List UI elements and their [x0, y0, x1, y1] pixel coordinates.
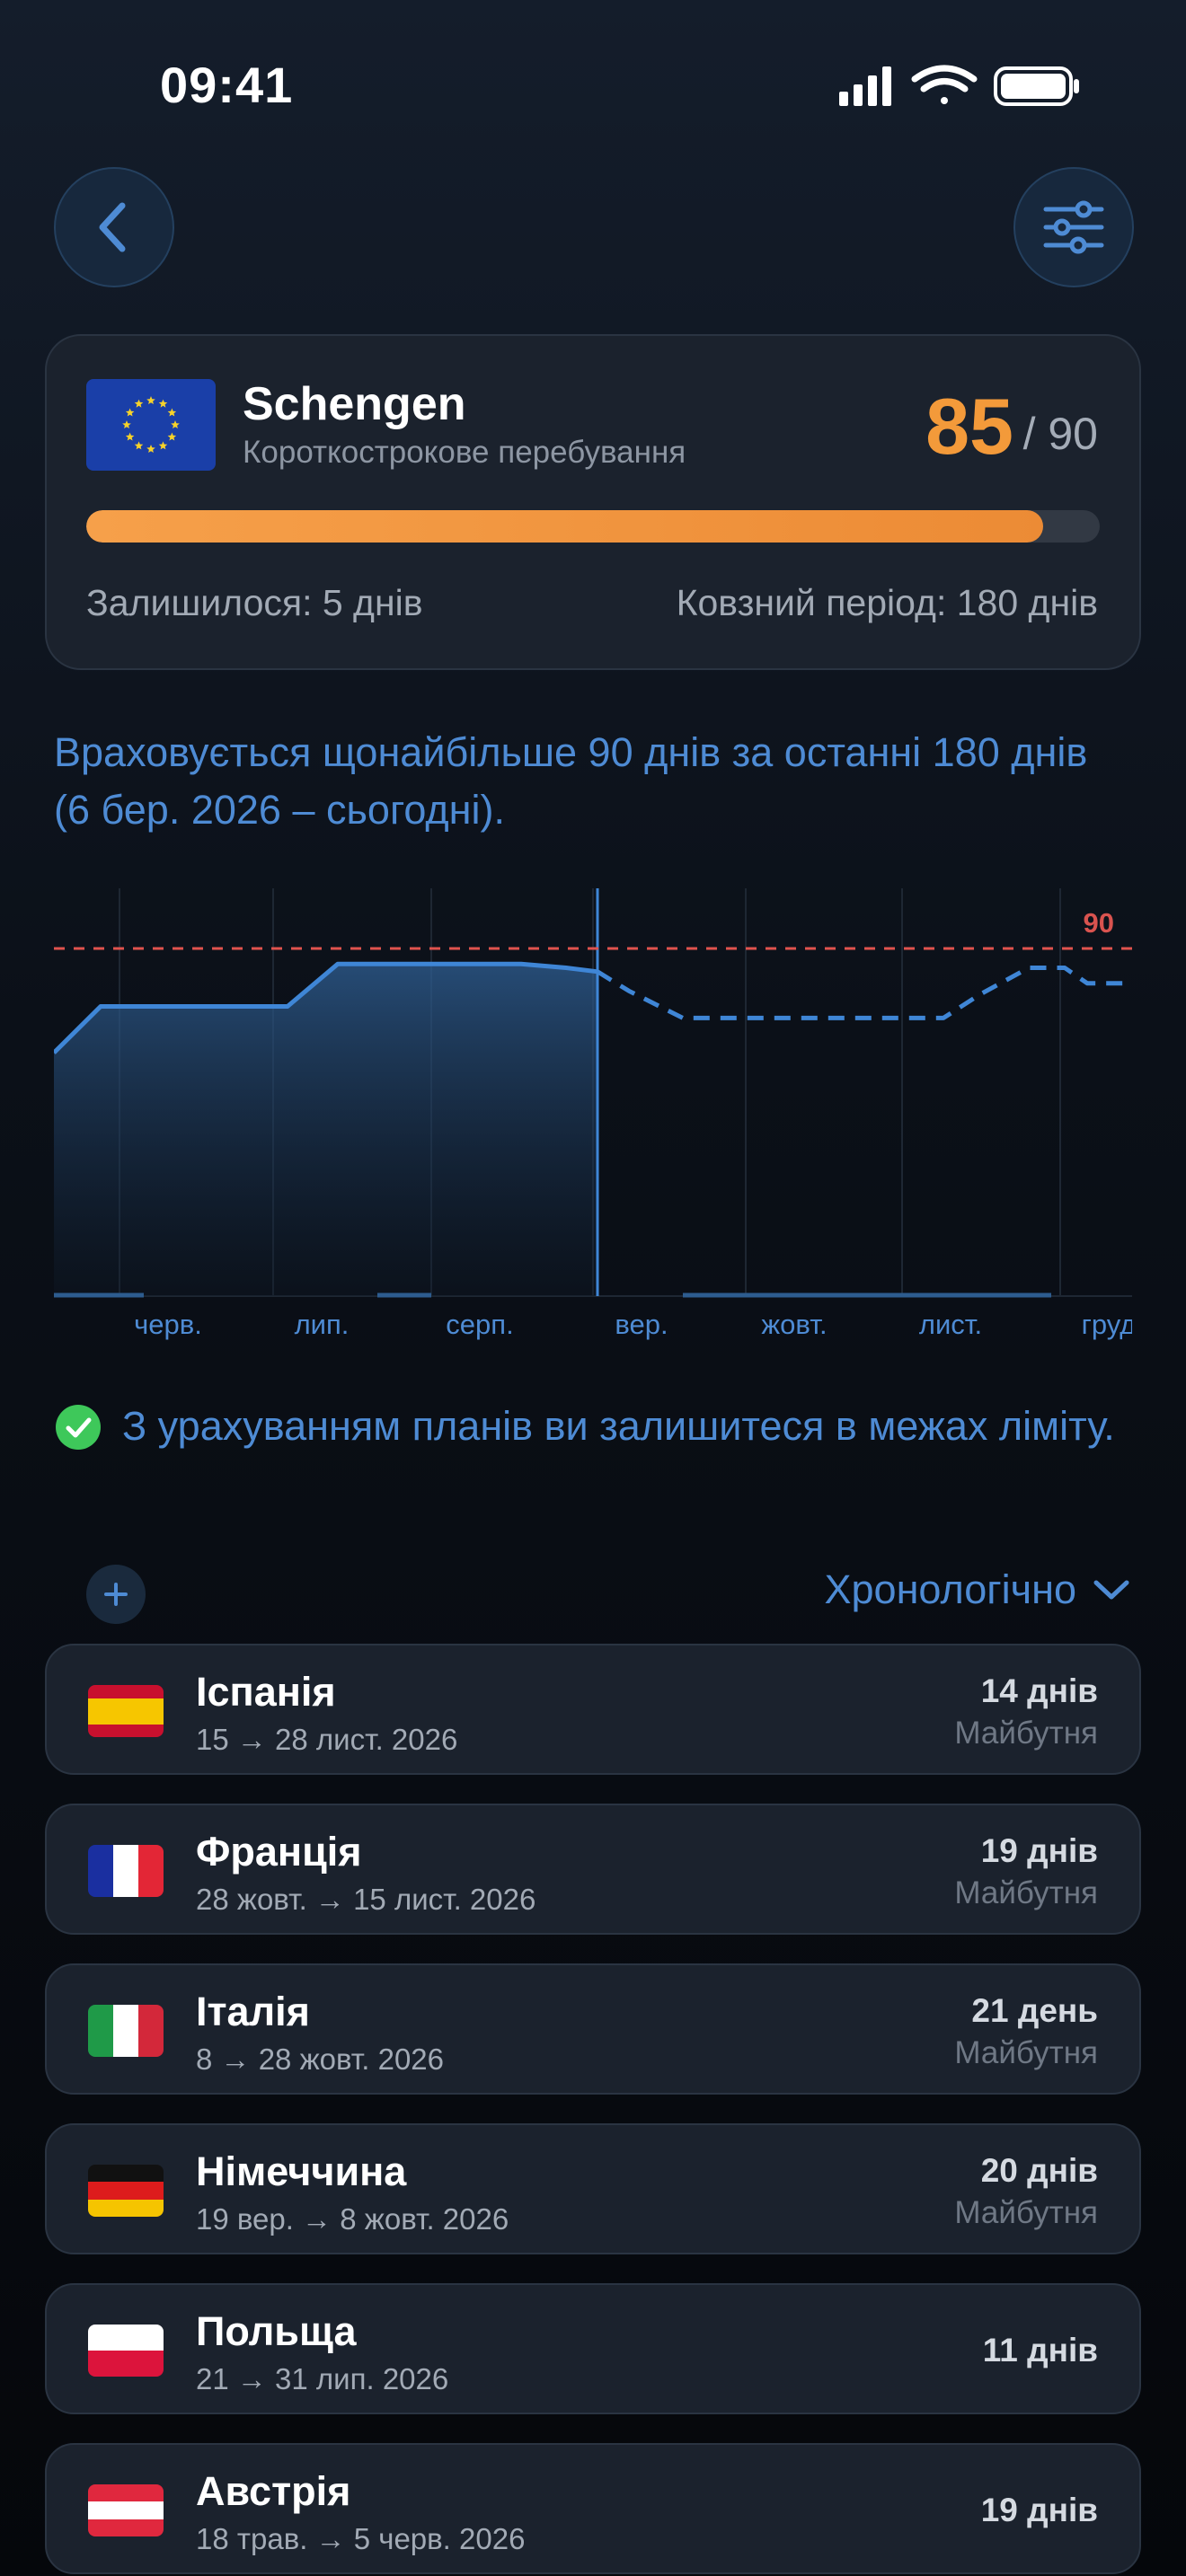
flag-pl-icon [88, 2325, 164, 2377]
chart-month-label: серп. [446, 1309, 513, 1340]
eu-star [167, 432, 177, 441]
battery-icon [994, 66, 1079, 106]
rule-info-text: Враховується щонайбільше 90 днів за оста… [54, 729, 1088, 833]
trip-status: Майбутня [954, 1716, 1098, 1751]
zone-subtitle: Короткострокове перебування [243, 435, 686, 470]
trip-dates: 19 вер. → 8 жовт. 2026 [196, 2202, 509, 2236]
trip-duration: 14 днів [980, 1672, 1098, 1709]
sort-label: Хронологічно [824, 1566, 1076, 1612]
eu-star [134, 399, 144, 408]
trip-duration: 11 днів [982, 2332, 1098, 2369]
zone-title: Schengen [243, 378, 466, 430]
trip-country: Італія [196, 1989, 310, 2034]
limit-days: / 90 [1022, 409, 1098, 459]
trip-dates: 21 → 31 лип. 2026 [196, 2362, 449, 2395]
trip-status: Майбутня [954, 2035, 1098, 2070]
chart-month-label: вер. [615, 1309, 668, 1340]
trip-dates: 18 трав. → 5 черв. 2026 [196, 2522, 526, 2555]
eu-star [171, 420, 180, 428]
trip-country: Іспанія [196, 1669, 336, 1715]
trip-row[interactable]: Італія 8 → 28 жовт. 2026 21 день Майбутня [45, 1963, 1141, 2095]
sort-dropdown[interactable]: Хронологічно [825, 1566, 1130, 1613]
flag-it-icon [88, 2005, 164, 2057]
flag-de-icon [88, 2165, 164, 2217]
rolling-period: Ковзний період: 180 днів [676, 582, 1098, 623]
back-button[interactable] [54, 167, 174, 287]
trip-row[interactable]: Австрія 18 трав. → 5 черв. 2026 19 днів [45, 2443, 1141, 2574]
eu-star [167, 408, 177, 417]
add-trip-button[interactable] [86, 1565, 146, 1624]
checkmark-circle-icon [56, 1405, 101, 1450]
cellular-signal-icon [839, 66, 891, 106]
chart-limit-label: 90 [1084, 907, 1114, 939]
eu-star [158, 399, 168, 408]
used-days: 85 [925, 382, 1013, 471]
trip-row[interactable]: Франція 28 жовт. → 15 лист. 2026 19 днів Ма… [45, 1804, 1141, 1935]
plus-icon [104, 1583, 128, 1606]
chart-series-planned [596, 966, 1132, 1020]
eu-star [146, 445, 155, 453]
eu-star [146, 396, 155, 404]
trip-duration: 19 днів [980, 2492, 1098, 2528]
trip-duration: 19 днів [980, 1832, 1098, 1869]
limit-status-text: З урахуванням планів ви залишитеся в меж… [122, 1403, 1115, 1449]
trip-row[interactable]: Польща 21 → 31 лип. 2026 11 днів [45, 2283, 1141, 2414]
flag-fr-icon [88, 1845, 164, 1897]
trip-row[interactable]: Німеччина 19 вер. → 8 жовт. 2026 20 днів Ма… [45, 2123, 1141, 2254]
trip-country: Німеччина [196, 2148, 407, 2194]
remaining-days: Залишилося: 5 днів [86, 582, 423, 623]
eu-star [125, 408, 135, 417]
chart-month-label: лист. [919, 1309, 982, 1340]
trip-row[interactable]: Іспанія 15 → 28 лист. 2026 14 днів Майбутня [45, 1644, 1141, 1775]
eu-star [134, 441, 144, 450]
chart-area [54, 964, 597, 1296]
chart-month-label: черв. [134, 1309, 202, 1340]
trip-duration: 21 день [971, 1992, 1098, 2029]
status-icons [839, 65, 1079, 106]
status-time: 09:41 [160, 57, 294, 113]
eu-star [158, 441, 168, 450]
trip-country: Франція [196, 1829, 362, 1875]
trip-duration: 20 днів [980, 2152, 1098, 2189]
wifi-icon [911, 65, 978, 104]
trip-dates: 28 жовт. → 15 лист. 2026 [196, 1883, 536, 1916]
trip-dates: 15 → 28 лист. 2026 [196, 1723, 458, 1756]
sliders-icon [1043, 200, 1104, 254]
trip-dates: 8 → 28 жовт. 2026 [196, 2042, 445, 2076]
chart-month-label: груд [1082, 1309, 1132, 1340]
usage-progress-fill [86, 510, 1043, 543]
usage-chart: черв. лип. серп. вер. жовт. лист. груд 90 [54, 888, 1132, 1340]
flag-at-icon [88, 2484, 164, 2536]
trip-status: Майбутня [954, 1875, 1098, 1910]
filter-button[interactable] [1013, 167, 1134, 287]
chevron-left-icon [99, 202, 126, 252]
trip-country: Австрія [196, 2468, 351, 2514]
chart-month-label: жовт. [761, 1309, 827, 1340]
trip-country: Польща [196, 2308, 357, 2354]
usage-progress-bar [86, 510, 1100, 543]
eu-star [125, 432, 135, 441]
chart-month-label: лип. [295, 1309, 350, 1340]
eu-flag-icon [86, 379, 216, 471]
trip-status: Майбутня [954, 2195, 1098, 2230]
chevron-down-icon [1093, 1580, 1129, 1600]
eu-star [122, 420, 131, 428]
flag-es-icon [88, 1685, 164, 1737]
